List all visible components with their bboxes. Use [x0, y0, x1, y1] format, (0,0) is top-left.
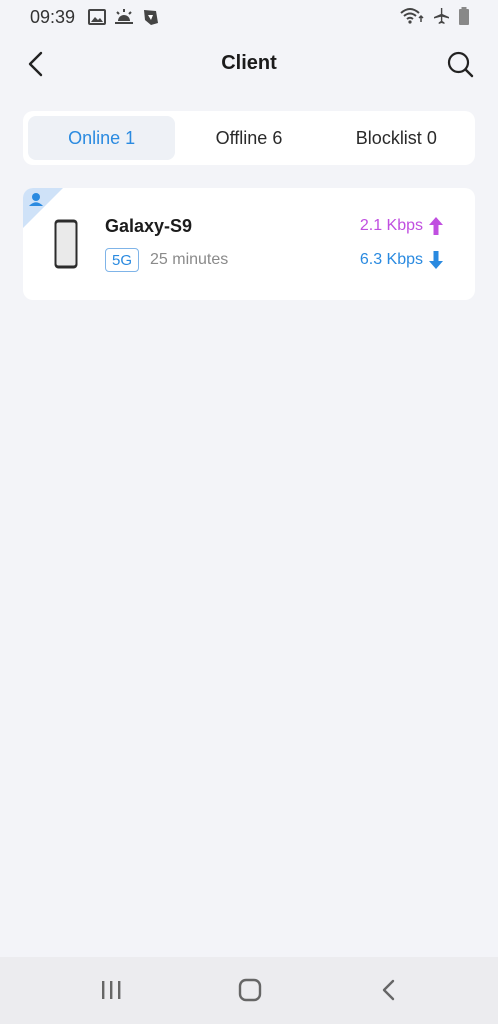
wifi-icon — [400, 8, 424, 24]
arrow-up-icon — [429, 217, 443, 235]
status-time: 09:39 — [30, 7, 76, 27]
battery-icon — [459, 7, 469, 25]
tab-online[interactable]: Online 1 — [28, 116, 176, 160]
tab-offline[interactable]: Offline 6 — [175, 116, 322, 160]
tab-offline-count: 6 — [272, 127, 283, 148]
download-rate: 6.3 Kbps — [360, 251, 443, 269]
back-icon — [382, 979, 395, 1001]
image-icon — [88, 9, 106, 25]
back-nav-button[interactable] — [372, 975, 406, 1005]
upload-rate-value: 2.1 Kbps — [359, 217, 423, 234]
connection-duration: 25 minutes — [150, 251, 229, 268]
tab-blocklist-label: Blocklist — [355, 127, 422, 148]
tab-online-count: 1 — [125, 127, 136, 148]
sunrise-icon — [115, 9, 133, 24]
tab-blocklist-count: 0 — [426, 127, 437, 148]
download-rate-value: 6.3 Kbps — [359, 251, 423, 268]
search-button[interactable] — [446, 50, 474, 78]
tab-blocklist[interactable]: Blocklist 0 — [323, 116, 470, 160]
tab-online-label: Online — [68, 127, 121, 148]
band-badge: 5G — [105, 248, 140, 272]
recent-apps-icon — [102, 981, 121, 999]
client-filter-tabs: Online 1 Offline 6 Blocklist 0 — [23, 111, 475, 165]
status-bar: 09:39 — [0, 0, 498, 34]
arrow-down-icon — [429, 251, 443, 269]
page-title: Client — [221, 52, 277, 74]
system-nav-bar — [0, 957, 498, 1024]
smartphone-icon — [54, 219, 78, 269]
app-header: Client — [0, 40, 498, 88]
device-name: Galaxy-S9 — [105, 216, 193, 236]
home-icon — [238, 978, 262, 1002]
tab-offline-label: Offline — [215, 127, 268, 148]
status-right-icons — [400, 7, 470, 25]
upload-rate: 2.1 Kbps — [360, 217, 443, 235]
search-icon — [447, 51, 474, 78]
airplane-mode-icon — [434, 8, 449, 24]
home-button[interactable] — [233, 975, 267, 1005]
status-left-icons — [88, 8, 160, 26]
recent-apps-button[interactable] — [94, 975, 128, 1005]
app-badge-icon — [144, 10, 158, 25]
client-card[interactable]: Galaxy-S9 5G 25 minutes 2.1 Kbps 6.3 Kbp… — [23, 188, 475, 300]
